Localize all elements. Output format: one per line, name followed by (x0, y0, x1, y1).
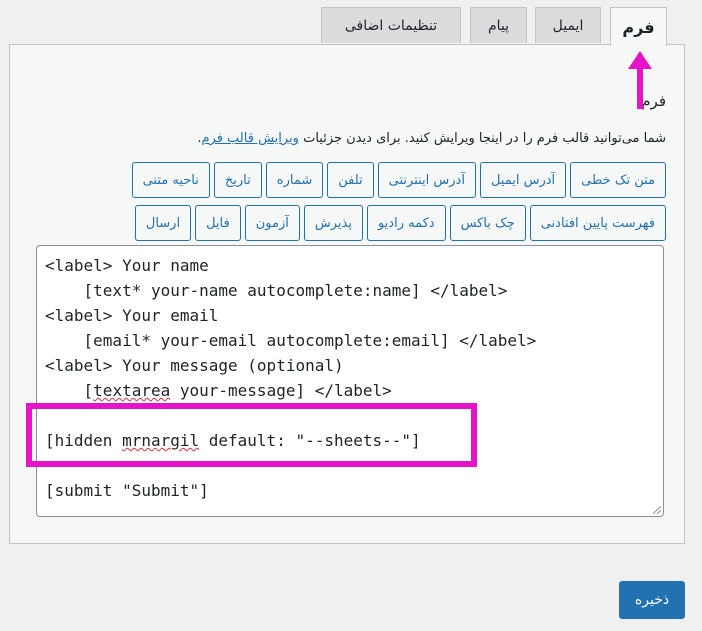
tag-number-button[interactable]: شماره (265, 162, 324, 198)
editor-line: [textarea your-message] </label> (45, 381, 392, 400)
editor-line: <label> Your message (optional) (45, 356, 344, 375)
tag-acceptance-button[interactable]: پذیرش (303, 205, 363, 241)
tag-text-button[interactable]: متن تک خطی (570, 162, 666, 198)
tag-checkbox-button[interactable]: چک باکس (449, 205, 526, 241)
form-description: شما می‌توانید قالب فرم را در اینجا ویرای… (197, 131, 666, 146)
tab-label: فرم (622, 17, 655, 37)
tab-additional-settings[interactable]: تنظیمات اضافی (321, 7, 461, 43)
tag-file-button[interactable]: فایل (195, 205, 241, 241)
edit-template-link[interactable]: ویرایش قالب فرم (201, 131, 298, 146)
tag-tel-button[interactable]: تلفن (327, 162, 374, 198)
annotation-highlight-box (26, 403, 477, 467)
tag-buttons-row-2: فهرست پایین افتادنی چک باکس دکمه رادیو پ… (134, 205, 666, 241)
tab-label: ایمیل (552, 17, 584, 34)
resize-handle-icon[interactable] (653, 506, 661, 514)
editor-line: [email* your-email autocomplete:email] <… (45, 331, 537, 350)
tab-form[interactable]: فرم (610, 7, 667, 46)
tab-label: پیام (487, 17, 510, 34)
spellcheck-word: textarea (93, 381, 171, 400)
editor-line: <label> Your email (45, 306, 219, 325)
tag-email-button[interactable]: آدرس ایمیل (479, 162, 567, 198)
tag-select-button[interactable]: فهرست پایین افتادنی (529, 205, 666, 241)
description-text: شما می‌توانید قالب فرم را در اینجا ویرای… (303, 131, 666, 146)
tag-radio-button[interactable]: دکمه رادیو (366, 205, 446, 241)
tab-label: تنظیمات اضافی (344, 17, 438, 34)
editor-line: [submit "Submit"] (45, 481, 209, 500)
tag-quiz-button[interactable]: آزمون (244, 205, 300, 241)
annotation-arrow-icon (628, 51, 652, 109)
tag-buttons-row-1: متن تک خطی آدرس ایمیل آدرس اینترنتی تلفن… (131, 162, 666, 198)
tag-url-button[interactable]: آدرس اینترنتی (377, 162, 476, 198)
tab-message[interactable]: پیام (470, 7, 527, 43)
tag-date-button[interactable]: تاریخ (213, 162, 262, 198)
save-button[interactable]: ذخیره (619, 581, 685, 619)
tag-textarea-button[interactable]: ناحیه متنی (131, 162, 210, 198)
tab-email[interactable]: ایمیل (535, 7, 601, 43)
form-template-editor[interactable]: <label> Your name [text* your-name autoc… (36, 245, 664, 517)
editor-line: [text* your-name autocomplete:name] </la… (45, 281, 508, 300)
tag-submit-button[interactable]: ارسال (134, 205, 192, 241)
editor-line: <label> Your name (45, 256, 209, 275)
